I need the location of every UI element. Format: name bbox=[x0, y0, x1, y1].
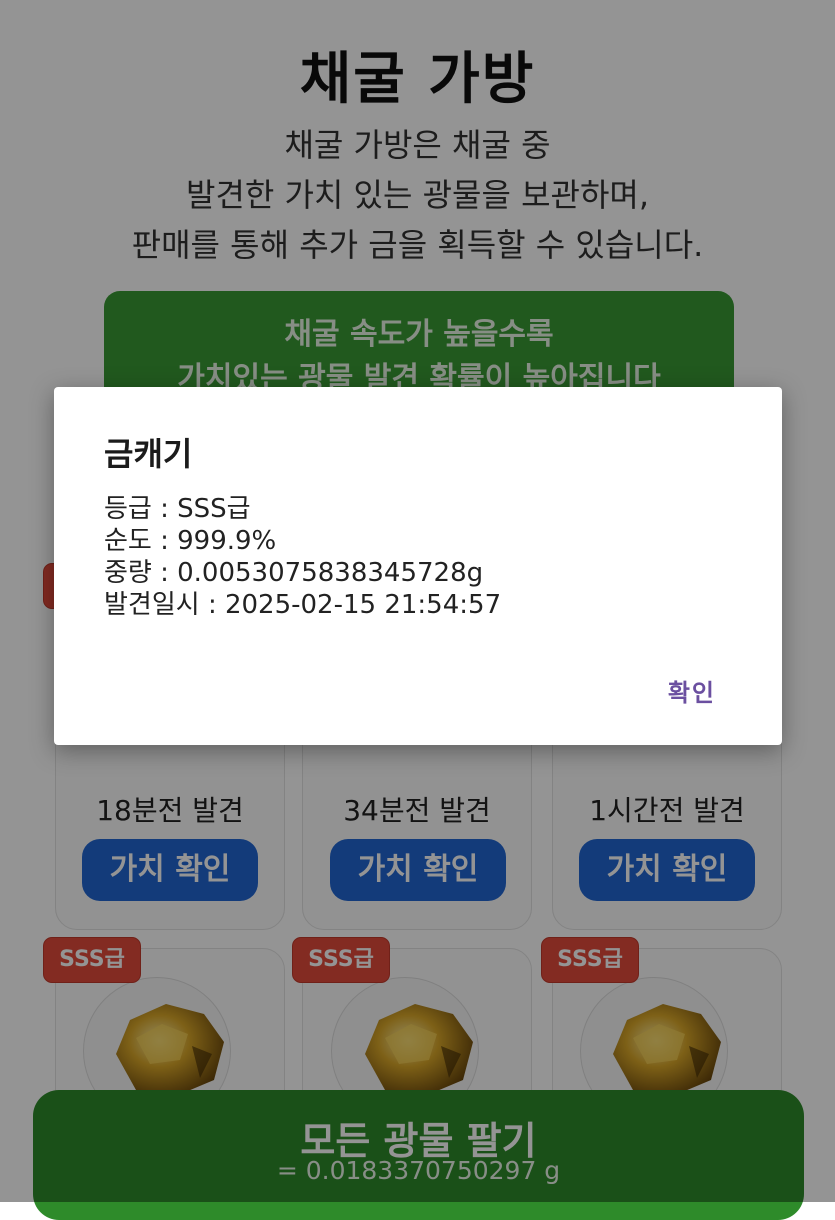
dialog-details: 등급 : SSS급 순도 : 999.9% 중량 : 0.00530758383… bbox=[104, 493, 501, 621]
confirm-button[interactable]: 확인 bbox=[668, 673, 716, 708]
grade-line: 등급 : SSS급 bbox=[104, 494, 251, 524]
dialog-title: 금캐기 bbox=[104, 435, 193, 473]
purity-line: 순도 : 999.9% bbox=[104, 526, 277, 556]
mining-bag-page: 채굴 가방 채굴 가방은 채굴 중 발견한 가치 있는 광물을 보관하며, 판매… bbox=[0, 0, 835, 1220]
item-detail-dialog: 금캐기 등급 : SSS급 순도 : 999.9% 중량 : 0.0053075… bbox=[54, 387, 782, 745]
found-date-line: 발견일시 : 2025-02-15 21:54:57 bbox=[104, 590, 502, 620]
weight-line: 중량 : 0.0053075838345728g bbox=[104, 558, 484, 588]
